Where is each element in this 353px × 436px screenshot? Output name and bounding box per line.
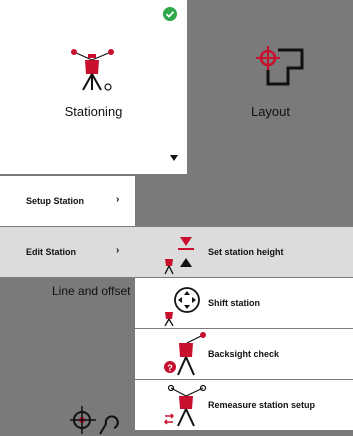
shift-icon: [164, 287, 200, 326]
chevron-right-icon: ›: [116, 194, 120, 205]
layout-tile[interactable]: Layout: [188, 0, 353, 174]
menu-item-label: Edit Station: [26, 247, 76, 257]
submenu-item-remeasure-station-setup[interactable]: Remeasure station setup: [135, 380, 353, 430]
submenu-item-backsight-check[interactable]: ? Backsight check: [135, 329, 353, 379]
remeasure-icon: [163, 384, 207, 427]
stationing-label: Stationing: [64, 104, 123, 119]
svg-text:?: ?: [167, 363, 173, 373]
submenu-item-label: Shift station: [208, 298, 260, 308]
submenu-item-label: Remeasure station setup: [208, 400, 316, 410]
submenu-item-shift-station[interactable]: Shift station: [135, 278, 353, 328]
layout-icon: [256, 46, 304, 86]
menu-item-setup-station[interactable]: Setup Station ›: [0, 176, 135, 226]
submenu-item-set-station-height[interactable]: Set station height: [135, 227, 353, 277]
layout-label: Layout: [250, 104, 291, 119]
submenu-item-label: Set station height: [208, 247, 284, 257]
submenu-item-label: Backsight check: [208, 349, 280, 359]
checkmark-icon: [163, 7, 177, 21]
chevron-right-icon: ›: [116, 245, 120, 256]
set-height-icon: [164, 237, 194, 275]
line-and-offset-label: Line and offset: [52, 284, 131, 298]
stationing-tile[interactable]: Stationing: [0, 0, 187, 174]
expand-triangle-icon[interactable]: [170, 155, 178, 161]
stationing-icon: [71, 49, 114, 91]
menu-item-label: Setup Station: [26, 196, 84, 206]
menu-item-edit-station[interactable]: Edit Station ›: [0, 227, 135, 277]
backsight-icon: ?: [164, 332, 206, 376]
